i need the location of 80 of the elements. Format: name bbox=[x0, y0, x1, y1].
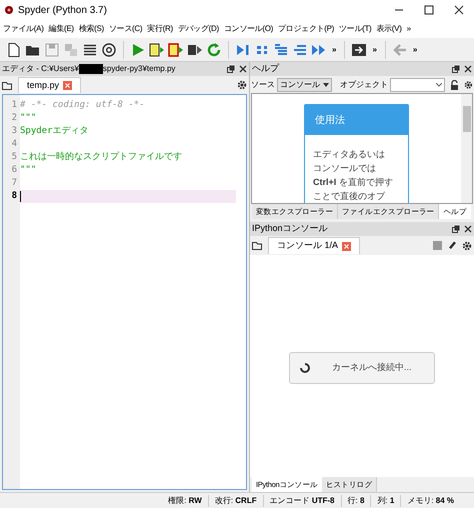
menu-item[interactable]: コンソール(O) bbox=[224, 23, 274, 35]
overflow-chevron[interactable]: » bbox=[406, 23, 411, 35]
menu-item[interactable]: 表示(V) bbox=[376, 23, 402, 35]
run-cell-icon[interactable] bbox=[149, 42, 165, 58]
settings-icon[interactable] bbox=[464, 80, 473, 90]
step-into-icon[interactable] bbox=[273, 42, 289, 58]
close-icon[interactable] bbox=[239, 65, 247, 73]
card-title: 使用法 bbox=[315, 114, 345, 128]
caret-icon bbox=[323, 82, 329, 86]
pane-title: IPythonコンソール bbox=[252, 222, 328, 236]
eraser-icon[interactable] bbox=[447, 241, 457, 250]
overflow-chevron[interactable]: » bbox=[332, 44, 336, 56]
line-number: 8 bbox=[10, 190, 17, 203]
code-editor[interactable]: 1 # -*- coding: utf-8 -*- 2 """ 3 Spyderエディタ 4 5 これは一時的なスクリプトファイルです 6 """ 7 8 bbox=[2, 94, 247, 490]
folder-icon[interactable] bbox=[2, 80, 12, 90]
loading-message: カーネルへ接続中... bbox=[332, 361, 412, 374]
console-tab[interactable]: コンソール 1/A bbox=[268, 237, 360, 254]
lock-icon[interactable] bbox=[450, 80, 458, 90]
undock-icon[interactable] bbox=[452, 65, 460, 73]
help-text: Ctrl+I を直前で押す bbox=[313, 176, 394, 189]
file-tab[interactable]: temp.py bbox=[18, 77, 82, 93]
close-icon[interactable] bbox=[454, 5, 464, 15]
settings-icon[interactable] bbox=[237, 80, 247, 90]
help-text: ことで直後のオブ bbox=[313, 190, 386, 203]
status-item: 権限: RW bbox=[167, 494, 203, 506]
menu-item[interactable]: 編集(E) bbox=[48, 23, 74, 35]
caret-icon bbox=[436, 82, 442, 86]
line-number: 6 bbox=[10, 164, 17, 177]
overflow-chevron[interactable]: » bbox=[412, 44, 418, 56]
status-item: メモリ: 84 % bbox=[400, 494, 460, 506]
window-title: Spyder (Python 3.7) bbox=[18, 4, 107, 18]
pane-title: ヘルプ bbox=[252, 62, 279, 76]
maximize-pane-icon[interactable] bbox=[351, 42, 368, 58]
line-number: 1 bbox=[10, 98, 17, 112]
menu-item[interactable]: プロジェクト(P) bbox=[278, 23, 334, 35]
help-text: エディタあるいは bbox=[313, 148, 386, 161]
text-cursor bbox=[20, 191, 21, 202]
close-icon[interactable] bbox=[464, 225, 472, 233]
new-file-icon[interactable] bbox=[6, 42, 22, 58]
overflow-chevron[interactable]: » bbox=[372, 44, 377, 56]
line-number: 3 bbox=[10, 124, 17, 138]
undock-icon[interactable] bbox=[227, 65, 235, 73]
undock-icon[interactable] bbox=[452, 225, 460, 233]
menu-item[interactable]: 検索(S) bbox=[78, 23, 104, 35]
menu-item[interactable]: ファイル(A) bbox=[3, 23, 44, 35]
console-area[interactable]: カーネルへ接続中... bbox=[250, 255, 474, 477]
code-line: """ bbox=[20, 164, 36, 177]
status-item: 行: 8 bbox=[340, 494, 370, 506]
menu-item[interactable]: ツール(T) bbox=[338, 23, 372, 35]
code-line: """ bbox=[20, 112, 36, 125]
status-item: エンコード UTF-8 bbox=[262, 494, 340, 506]
line-number: 5 bbox=[10, 150, 17, 164]
pane-title: spyder-py3¥temp.py bbox=[102, 63, 176, 75]
line-number: 4 bbox=[10, 138, 17, 151]
close-icon[interactable] bbox=[464, 65, 472, 73]
help-text: コンソールでは bbox=[313, 162, 377, 175]
object-label: オブジェクト bbox=[340, 78, 388, 90]
code-line: これは一時的なスクリプトファイルです bbox=[20, 150, 182, 164]
line-number: 2 bbox=[10, 112, 17, 125]
settings-icon[interactable] bbox=[462, 240, 472, 250]
scrollbar[interactable] bbox=[461, 94, 472, 203]
spinner-icon bbox=[300, 363, 310, 373]
menu-item[interactable]: デバッグ(D) bbox=[178, 23, 219, 35]
list-icon[interactable] bbox=[82, 42, 98, 58]
maximize-icon[interactable] bbox=[424, 5, 434, 15]
code-line: # -*- coding: utf-8 -*- bbox=[20, 98, 145, 112]
pane-title: エディタ - C:¥Users¥ bbox=[2, 63, 79, 75]
status-item: 改行: CRLF bbox=[208, 494, 263, 506]
code-line: Spyderエディタ bbox=[20, 124, 89, 138]
menu-item[interactable]: ソース(C) bbox=[108, 23, 142, 35]
source-label: ソース bbox=[251, 78, 275, 90]
menu-item[interactable]: 実行(R) bbox=[147, 23, 173, 35]
run-cell-advance-icon[interactable] bbox=[168, 42, 184, 58]
redaction-mark bbox=[78, 64, 103, 74]
status-item: 列: 1 bbox=[370, 494, 400, 506]
object-field[interactable] bbox=[390, 78, 446, 92]
spyder-logo-icon bbox=[4, 5, 14, 15]
folder-icon[interactable] bbox=[252, 241, 262, 250]
line-number: 7 bbox=[10, 176, 17, 190]
source-dropdown[interactable]: コンソール bbox=[277, 78, 332, 92]
